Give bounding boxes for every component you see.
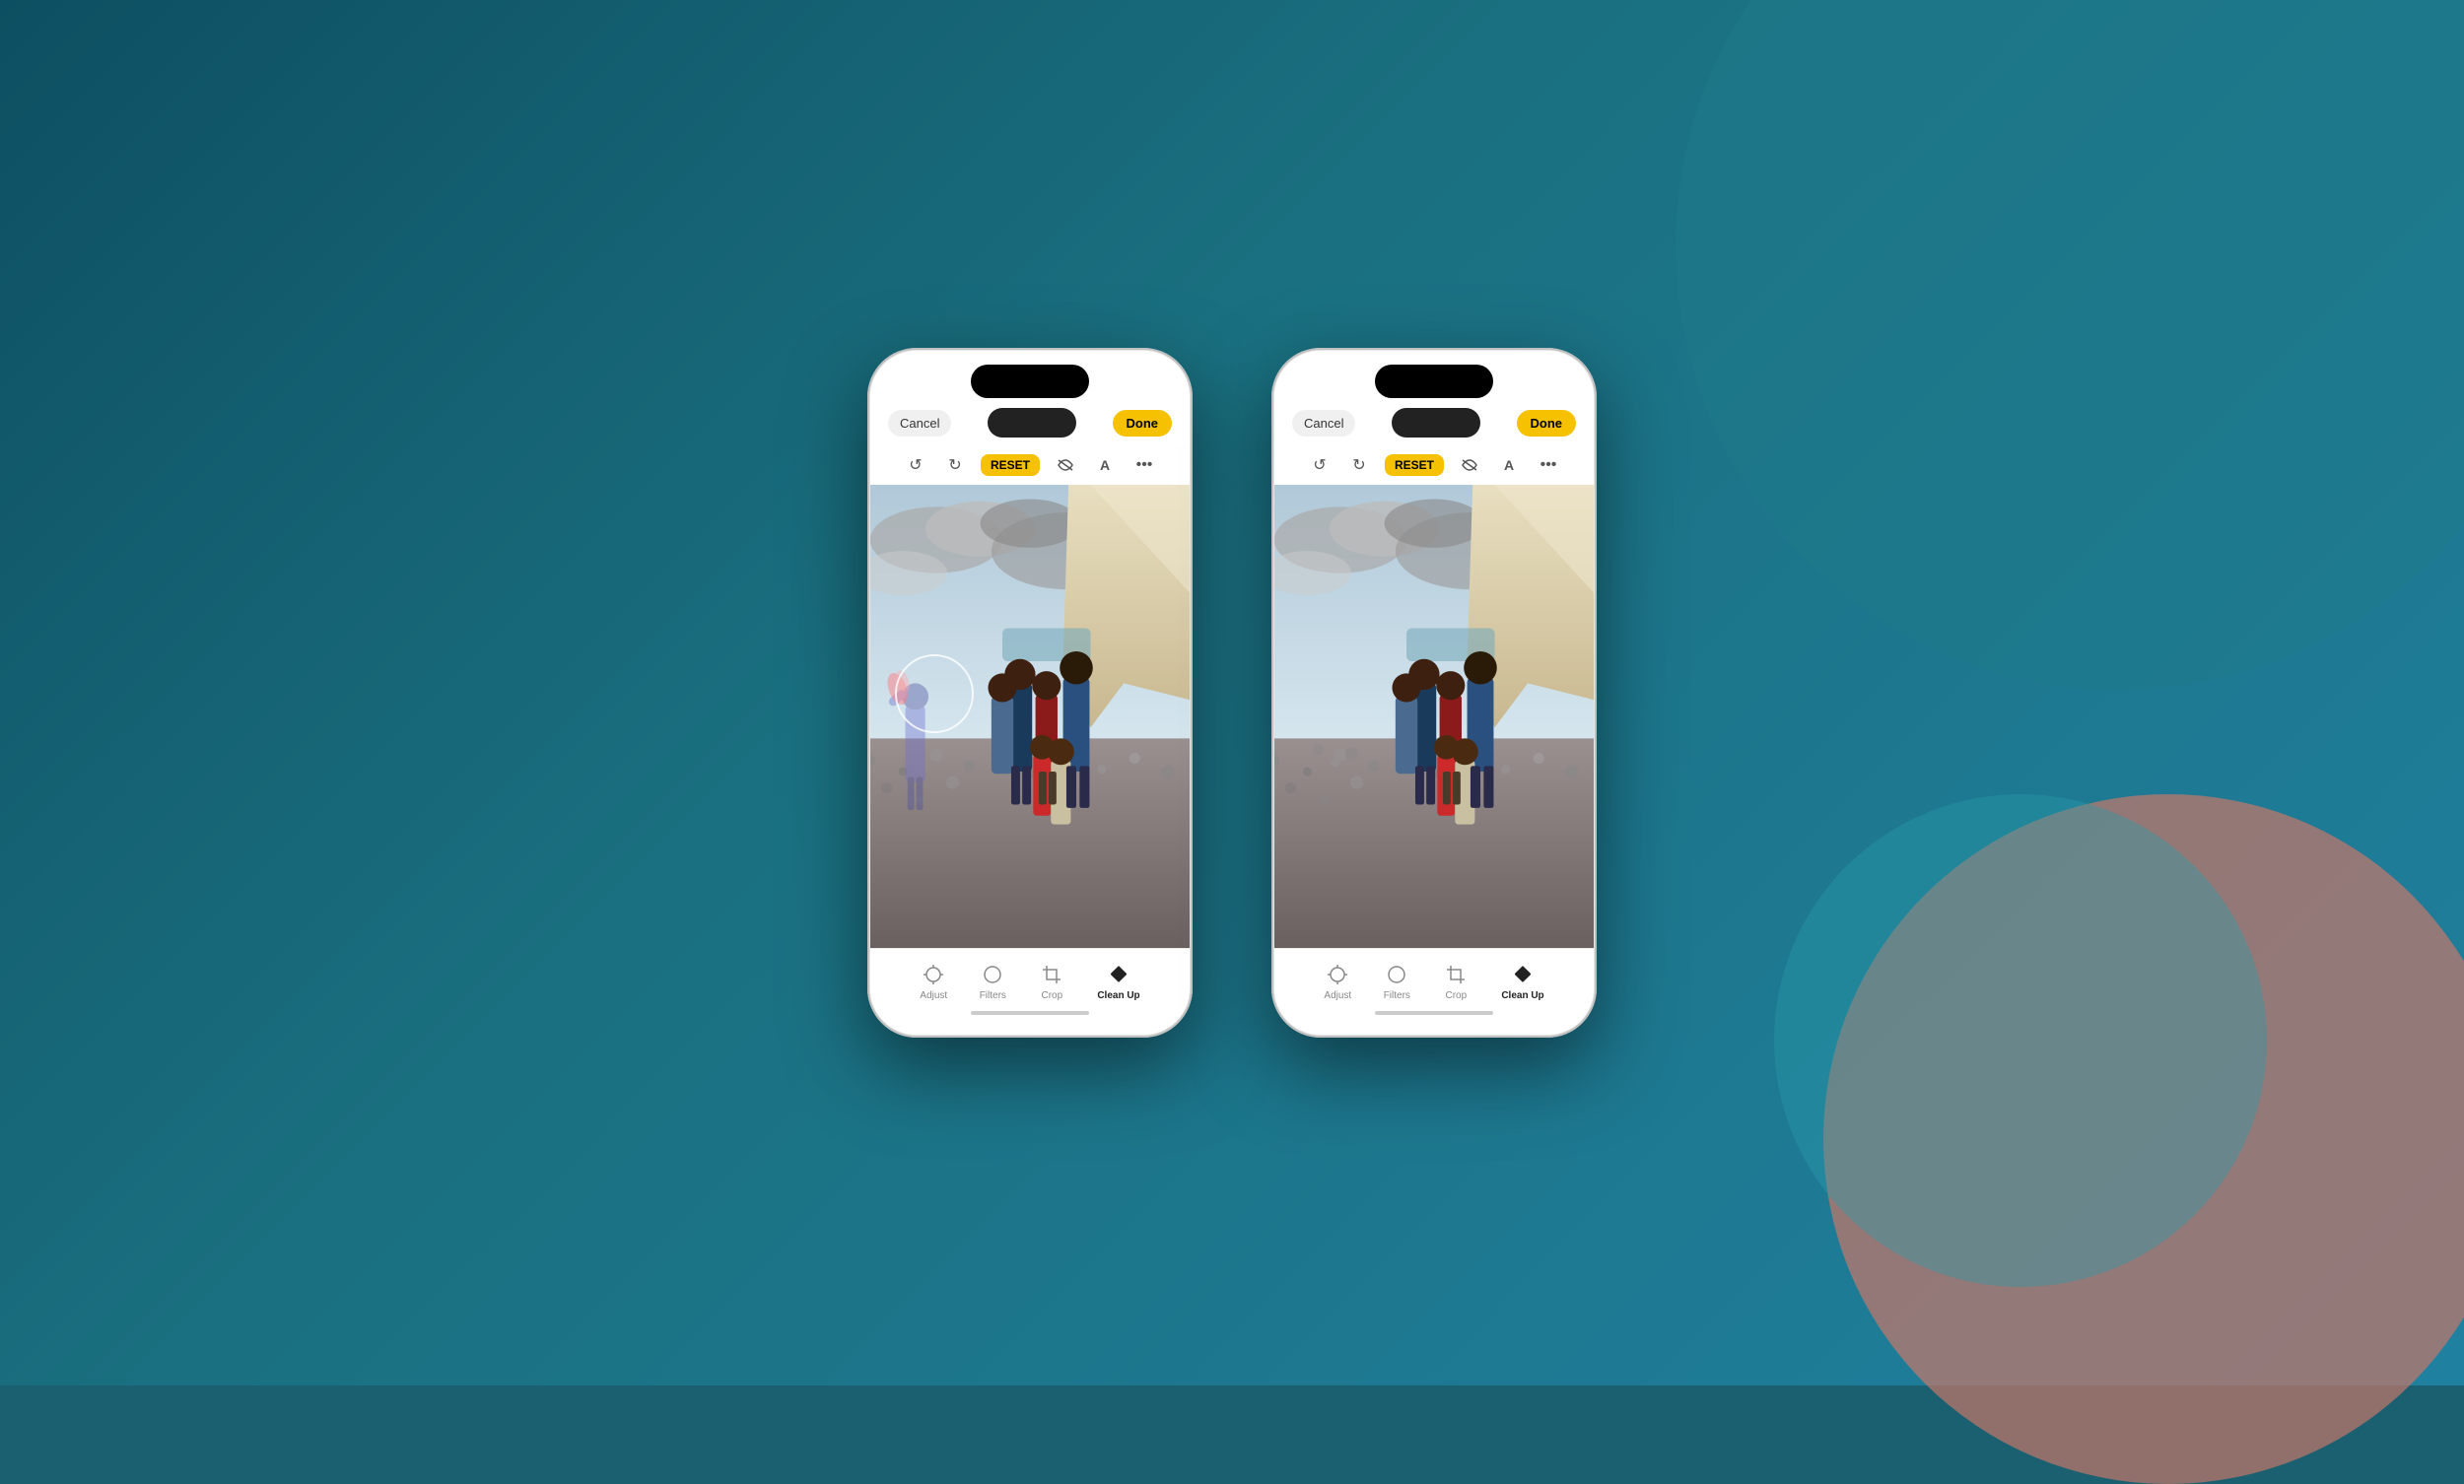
adjust-icon-right: [1326, 963, 1349, 986]
cleanup-icon-left: [1107, 963, 1130, 986]
middle-button-right[interactable]: [1392, 408, 1480, 438]
redo-icon-right[interactable]: ↻: [1345, 451, 1373, 479]
beach-photo-right: [1274, 485, 1594, 948]
filters-icon-left: [981, 963, 1004, 986]
reset-button-left[interactable]: RESET: [981, 454, 1040, 476]
more-icon-right[interactable]: •••: [1535, 451, 1562, 479]
toolbar-right: ↺ ↻ RESET A •••: [1274, 445, 1594, 485]
done-button-left[interactable]: Done: [1113, 410, 1173, 437]
font-icon-right[interactable]: A: [1495, 451, 1523, 479]
adjust-label-left: Adjust: [920, 990, 947, 1001]
beach-photo-left: [870, 485, 1190, 948]
photo-area-left: [870, 485, 1190, 948]
crop-icon-left: [1040, 963, 1063, 986]
adjust-label-right: Adjust: [1324, 990, 1351, 1001]
cleanup-label-left: Clean Up: [1097, 990, 1139, 1001]
filters-icon-right: [1385, 963, 1408, 986]
phone-right: Cancel Done ↺ ↻ RESET A •••: [1271, 348, 1597, 1038]
hide-icon-right[interactable]: [1456, 451, 1483, 479]
dynamic-island-right: [1375, 365, 1493, 398]
reset-button-right[interactable]: RESET: [1385, 454, 1444, 476]
bottom-panel-left: Adjust Filters: [870, 948, 1190, 1035]
tab-cleanup-right[interactable]: Clean Up: [1485, 959, 1559, 1005]
crop-label-right: Crop: [1445, 990, 1467, 1001]
crop-icon-right: [1444, 963, 1468, 986]
phones-container: Cancel Done ↺ ↻ RESET A •••: [0, 0, 2464, 1385]
bottom-tabs-left: Adjust Filters: [870, 959, 1190, 1005]
phone-left: Cancel Done ↺ ↻ RESET A •••: [867, 348, 1193, 1038]
crop-label-left: Crop: [1041, 990, 1062, 1001]
tab-adjust-left[interactable]: Adjust: [904, 959, 963, 1005]
photo-area-right: [1274, 485, 1594, 948]
tab-filters-left[interactable]: Filters: [963, 959, 1022, 1005]
done-button-right[interactable]: Done: [1517, 410, 1577, 437]
tab-crop-right[interactable]: Crop: [1426, 959, 1485, 1005]
bottom-panel-right: Adjust Filters: [1274, 948, 1594, 1035]
phone-right-inner: Cancel Done ↺ ↻ RESET A •••: [1274, 351, 1594, 1035]
filters-label-left: Filters: [980, 990, 1006, 1001]
redo-icon-left[interactable]: ↻: [941, 451, 969, 479]
toolbar-left: ↺ ↻ RESET A •••: [870, 445, 1190, 485]
undo-icon-left[interactable]: ↺: [902, 451, 929, 479]
cancel-button-left[interactable]: Cancel: [888, 410, 951, 437]
dynamic-island-left: [971, 365, 1089, 398]
adjust-icon-left: [922, 963, 945, 986]
undo-icon-right[interactable]: ↺: [1306, 451, 1334, 479]
more-icon-left[interactable]: •••: [1130, 451, 1158, 479]
font-icon-left[interactable]: A: [1091, 451, 1119, 479]
home-indicator-left: [971, 1011, 1089, 1015]
bottom-tabs-right: Adjust Filters: [1274, 959, 1594, 1005]
tab-filters-right[interactable]: Filters: [1367, 959, 1426, 1005]
hide-icon-left[interactable]: [1052, 451, 1079, 479]
cancel-button-right[interactable]: Cancel: [1292, 410, 1355, 437]
tab-cleanup-left[interactable]: Clean Up: [1081, 959, 1155, 1005]
tab-adjust-right[interactable]: Adjust: [1308, 959, 1367, 1005]
cleanup-label-right: Clean Up: [1501, 990, 1543, 1001]
home-indicator-right: [1375, 1011, 1493, 1015]
filters-label-right: Filters: [1384, 990, 1410, 1001]
tab-crop-left[interactable]: Crop: [1022, 959, 1081, 1005]
phone-left-inner: Cancel Done ↺ ↻ RESET A •••: [870, 351, 1190, 1035]
middle-button-left[interactable]: [988, 408, 1076, 438]
cleanup-icon-right: [1511, 963, 1535, 986]
